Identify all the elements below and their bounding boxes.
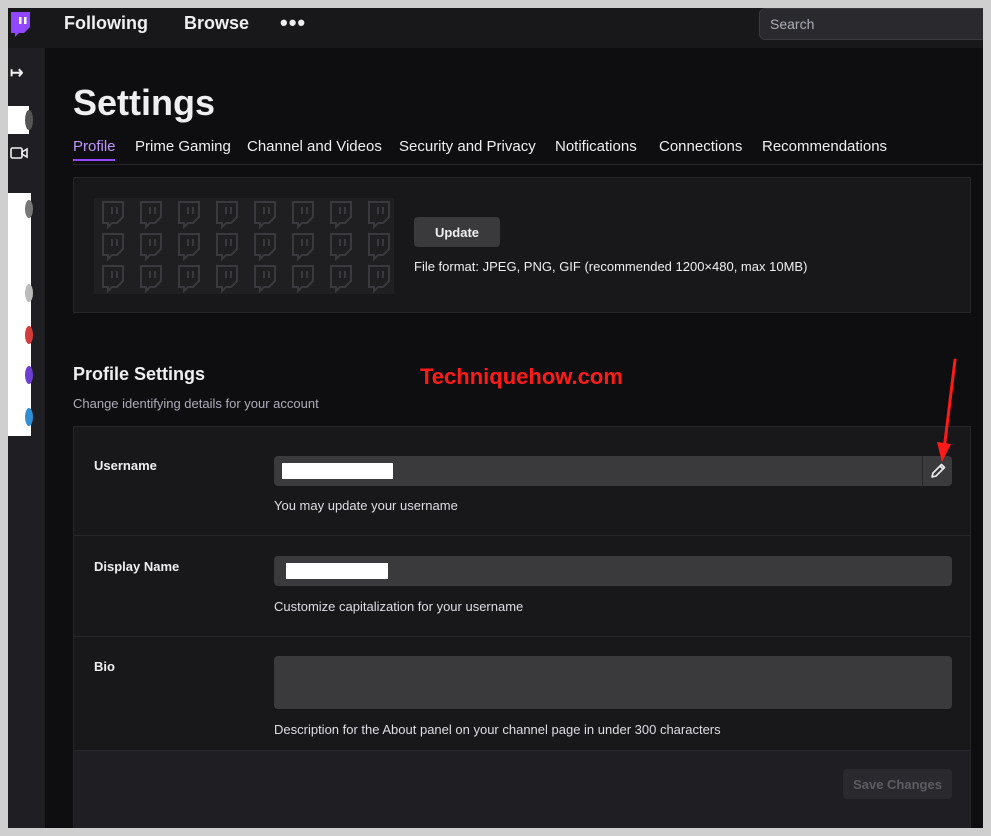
tab-notifications[interactable]: Notifications — [555, 138, 637, 155]
tab-channel-and-videos[interactable]: Channel and Videos — [247, 138, 382, 155]
collapse-arrow-icon[interactable]: ↦ — [10, 63, 23, 83]
profile-settings-card: Username You may update your username Di… — [73, 426, 971, 828]
profile-banner-image[interactable] — [94, 198, 394, 294]
tab-recommendations[interactable]: Recommendations — [762, 138, 887, 155]
profile-settings-subtitle: Change identifying details for your acco… — [73, 396, 319, 411]
browse-link[interactable]: Browse — [184, 13, 249, 34]
file-format-hint: File format: JPEG, PNG, GIF (recommended… — [414, 259, 808, 274]
display-name-help: Customize capitalization for your userna… — [274, 599, 524, 614]
bio-label: Bio — [94, 659, 115, 674]
profile-settings-title: Profile Settings — [73, 364, 206, 384]
following-link[interactable]: Following — [64, 13, 148, 34]
save-changes-button[interactable]: Save Changes — [843, 769, 952, 799]
settings-footer: Save Changes — [74, 750, 970, 828]
display-name-field[interactable] — [274, 556, 952, 586]
active-tab-indicator — [73, 159, 115, 161]
tab-connections[interactable]: Connections — [659, 138, 742, 155]
settings-tabs: Profile Prime Gaming Channel and Videos … — [73, 136, 983, 165]
redacted-display-name — [286, 563, 388, 579]
watermark: Techniquehow.com — [420, 364, 623, 389]
row-divider — [74, 636, 970, 637]
app-window: Following Browse ••• ↦ Settings Profile … — [8, 8, 983, 828]
sidebar: ↦ — [8, 48, 45, 828]
twitch-logo-icon[interactable] — [8, 11, 32, 39]
channel-avatar[interactable] — [25, 326, 33, 344]
video-camera-icon — [10, 147, 28, 159]
main-content: Settings Profile Prime Gaming Channel an… — [45, 48, 983, 828]
page-title: Settings — [73, 82, 216, 123]
update-banner-button[interactable]: Update — [414, 217, 500, 247]
annotation-arrow — [937, 358, 957, 462]
bio-textarea[interactable] — [274, 656, 952, 709]
display-name-label: Display Name — [94, 559, 180, 574]
redacted-username — [282, 463, 393, 479]
channel-avatar[interactable] — [25, 408, 33, 426]
top-nav: Following Browse ••• — [8, 8, 983, 49]
username-help: You may update your username — [274, 498, 458, 513]
redacted-block — [8, 193, 31, 436]
channel-avatar[interactable] — [25, 284, 33, 302]
tab-profile[interactable]: Profile — [73, 138, 116, 155]
channel-avatar[interactable] — [25, 110, 33, 130]
profile-banner-card: Update File format: JPEG, PNG, GIF (reco… — [73, 177, 971, 313]
tab-prime-gaming[interactable]: Prime Gaming — [135, 138, 231, 155]
tab-security-and-privacy[interactable]: Security and Privacy — [399, 138, 536, 155]
username-field[interactable] — [274, 456, 952, 486]
channel-avatar[interactable] — [25, 366, 33, 384]
channel-avatar[interactable] — [25, 200, 33, 218]
search-input[interactable] — [770, 16, 970, 32]
username-label: Username — [94, 458, 157, 473]
bio-help: Description for the About panel on your … — [274, 722, 721, 737]
search-box — [759, 8, 983, 40]
row-divider — [74, 535, 970, 536]
more-menu-icon[interactable]: ••• — [280, 10, 306, 36]
